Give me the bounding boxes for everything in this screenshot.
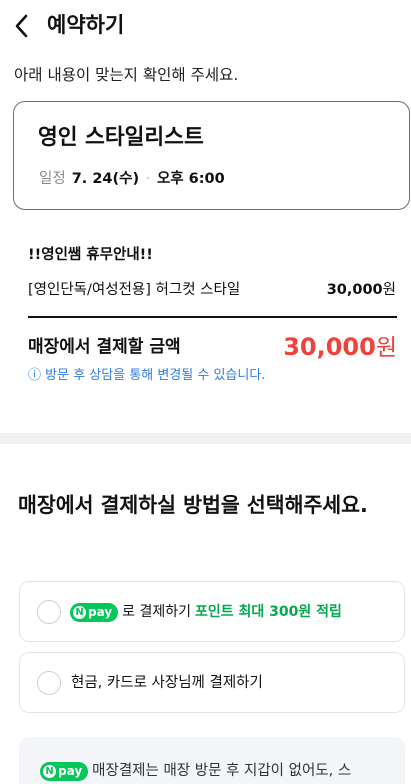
npay-label: pay (88, 604, 113, 619)
app-header: 예약하기 (0, 0, 411, 52)
divider (28, 316, 397, 318)
total-amount-currency: 원 (375, 335, 397, 361)
schedule-date: 7. 24(수) (71, 171, 140, 187)
total-label: 매장에서 결제할 금액 (28, 337, 181, 357)
radio-unchecked-icon[interactable] (37, 600, 61, 624)
npay-point-text: 포인트 최대 300원 적립 (195, 604, 342, 620)
page-title: 예약하기 (47, 13, 125, 37)
chevron-left-icon (15, 14, 28, 38)
npay-n-icon: N (43, 764, 56, 778)
npay-option-label: 로 결제하기 (122, 604, 191, 620)
info-note: ⓘ 방문 후 상담을 통해 변경될 수 있습니다. (28, 366, 265, 386)
total-amount-value: 30,000 (283, 333, 376, 361)
item-name: [영인단독/여성전용] 허그컷 스타일 (28, 282, 241, 298)
npay-logo: Npay (70, 602, 119, 622)
npay-info-content: Npay 매장결제는 매장 방문 후 지갑이 없어도, 스 (40, 759, 351, 783)
item-price-currency: 원 (382, 282, 396, 298)
npay-n-icon: N (73, 605, 86, 619)
info-note-text: 방문 후 상담을 통해 변경될 수 있습니다. (45, 368, 266, 383)
cash-card-option-label: 현금, 카드로 사장님께 결제하기 (71, 675, 263, 691)
info-icon: ⓘ (28, 368, 42, 383)
back-button[interactable] (10, 10, 38, 42)
total-amount: 30,000원 (283, 330, 397, 365)
schedule-label: 일정 (39, 171, 66, 187)
npay-info-box: Npay 매장결제는 매장 방문 후 지갑이 없어도, 스 (19, 737, 405, 784)
item-price-value: 30,000 (326, 282, 383, 298)
item-price: 30,000원 (327, 279, 396, 301)
schedule-time: 오후 6:00 (156, 171, 225, 187)
npay-option-content: Npay 로 결제하기 포인트 최대 300원 적립 (70, 600, 342, 624)
npay-label: pay (58, 763, 83, 778)
schedule-row: 일정 7. 24(수) · 오후 6:00 (39, 168, 225, 190)
payment-option-npay[interactable]: Npay 로 결제하기 포인트 최대 300원 적립 (19, 581, 405, 642)
shop-name: 영인 스타일리스트 (38, 125, 204, 150)
section-divider (0, 433, 411, 444)
payment-method-title: 매장에서 결제하실 방법을 선택해주세요. (18, 493, 368, 517)
shop-notice: !!영인쌤 휴무안내!! (28, 247, 153, 263)
npay-logo: Npay (40, 761, 89, 781)
radio-unchecked-icon[interactable] (37, 671, 61, 695)
instruction-text: 아래 내용이 맞는지 확인해 주세요. (14, 66, 239, 84)
npay-info-text: 매장결제는 매장 방문 후 지갑이 없어도, 스 (92, 763, 352, 779)
payment-option-cash-card[interactable]: 현금, 카드로 사장님께 결제하기 (19, 652, 405, 713)
schedule-separator: · (145, 171, 151, 187)
shop-card: 영인 스타일리스트 일정 7. 24(수) · 오후 6:00 (13, 101, 410, 210)
